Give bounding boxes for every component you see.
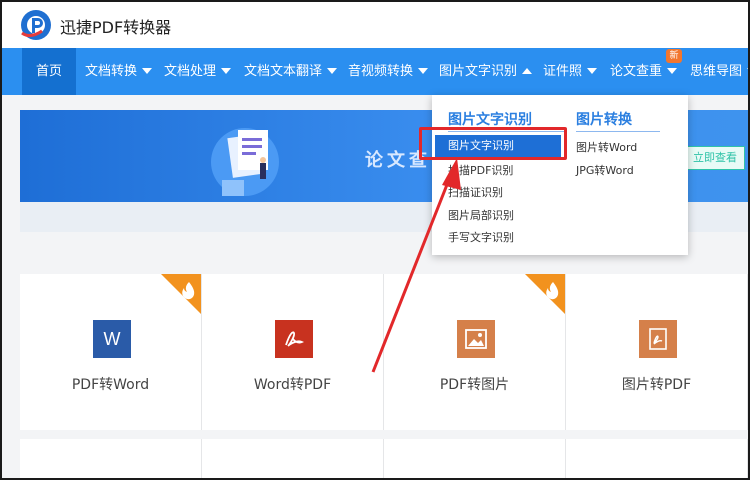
annotation-arrow-icon (371, 158, 461, 373)
app-window: 迅捷PDF转换器 首页 文档转换 文档处理 文档文本翻译 音视频转换 图片文字识… (0, 0, 750, 480)
